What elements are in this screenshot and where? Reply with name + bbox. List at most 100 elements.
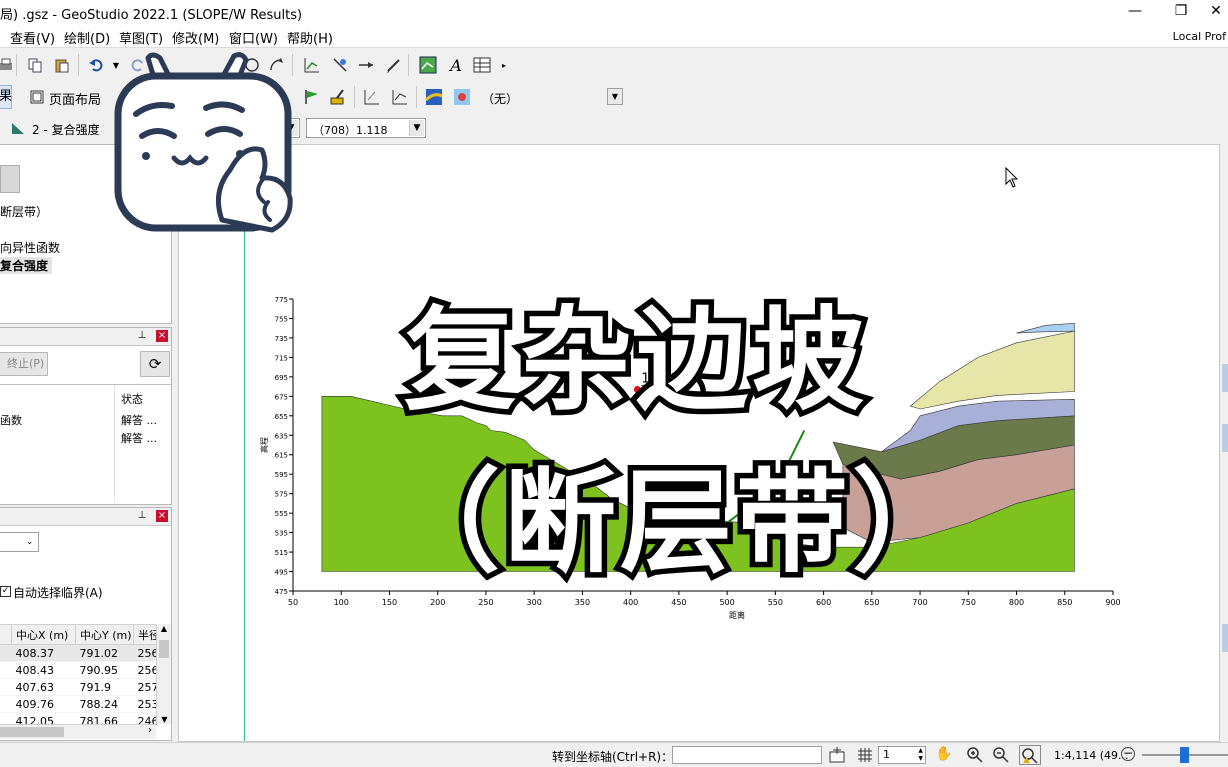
zoom-out-icon[interactable]	[992, 746, 1012, 764]
toolbar-separator	[78, 54, 79, 76]
table-row[interactable]: 408.43 790.95 256	[0, 661, 158, 679]
copy-icon[interactable]	[25, 55, 45, 75]
menu-sketch[interactable]: 草图(T)	[119, 28, 163, 47]
text-tool-icon[interactable]: A	[446, 55, 466, 75]
solve-row-name[interactable]: 函数	[0, 412, 22, 428]
column-header[interactable]: 中心Y (m)	[75, 624, 134, 645]
panel-header: ⊥ ×	[0, 328, 171, 346]
overlay-title: 复杂边坡	[399, 291, 870, 432]
scroll-thumb[interactable]	[0, 727, 64, 737]
paint-brush-icon[interactable]	[328, 87, 348, 107]
none-select-label: （无）	[482, 92, 519, 106]
scroll-up-icon[interactable]: ▲	[157, 624, 171, 633]
table-row[interactable]: 407.63 791.9 257	[0, 678, 158, 696]
analysis-label[interactable]: 2 - 复合强度	[32, 121, 100, 138]
x-tick-label: 750	[961, 598, 976, 607]
page-layout-icon[interactable]	[27, 87, 47, 107]
slip-surfaces-panel: ⊥ × ⌄ ✓ 自动选择临界(A) 中心X (m) 中心Y (m) 半径 408…	[0, 507, 172, 741]
auto-select-label[interactable]: 自动选择临界(A)	[13, 584, 103, 601]
axis-icon[interactable]	[362, 87, 382, 107]
pan-hand-icon[interactable]: ✋	[934, 746, 954, 764]
toolbar-separator	[354, 86, 355, 108]
menu-view[interactable]: 查看(V)	[10, 28, 55, 47]
table-cell: 409.76	[11, 695, 76, 713]
color-legend-icon[interactable]	[452, 87, 472, 107]
pencil-draw-icon[interactable]	[384, 55, 404, 75]
maximize-button[interactable]: ❐	[1158, 0, 1204, 24]
zoom-in-icon[interactable]	[966, 746, 986, 764]
toolbar-separator	[408, 54, 409, 76]
column-header[interactable]	[0, 624, 12, 645]
column-header[interactable]: 半径	[133, 624, 158, 645]
x-tick-label: 850	[1057, 598, 1072, 607]
menu-modify[interactable]: 修改(M)	[172, 28, 219, 47]
horizontal-scrollbar[interactable]: ›	[0, 724, 156, 739]
table-cell	[0, 695, 12, 713]
table-cell	[0, 661, 12, 679]
table-row[interactable]: 409.76 788.24 253	[0, 695, 158, 713]
close-icon[interactable]: ×	[156, 510, 168, 522]
dock-tab[interactable]	[1222, 364, 1228, 392]
tree-item[interactable]: 断层带）	[0, 203, 48, 220]
table-cell: 407.63	[11, 678, 76, 696]
x-tick-label: 50	[288, 598, 298, 607]
grid-icon[interactable]	[856, 746, 876, 764]
flag-icon[interactable]	[302, 87, 322, 107]
pin-icon[interactable]: ⊥	[136, 330, 148, 342]
slip-direction-icon[interactable]	[330, 55, 350, 75]
minimize-button[interactable]: —	[1112, 0, 1158, 24]
stop-button[interactable]: 终止(P)	[0, 352, 48, 376]
y-tick-label: 635	[275, 432, 288, 440]
tree-toolbar-button[interactable]	[0, 165, 20, 193]
zoom-minus-icon[interactable]: −	[1121, 747, 1135, 761]
zoom-slider-thumb[interactable]	[1180, 747, 1189, 763]
drawing-canvas[interactable]: 50 100 150 200 250 300 350 400 450 500 550 600 650 70…	[178, 144, 1220, 742]
table-icon[interactable]	[472, 55, 492, 75]
slip-filter-select[interactable]: ⌄	[0, 532, 39, 552]
grid-spacing-stepper[interactable]: 1 ▲ ▼	[878, 746, 926, 764]
menu-help[interactable]: 帮助(H)	[287, 28, 333, 47]
axis-graph-icon[interactable]	[390, 87, 410, 107]
slip-surface-select[interactable]: （708）1.118 ▼	[306, 118, 426, 138]
slope-section-chart: 50 100 150 200 250 300 350 400 450 500 550 600 650 70…	[259, 296, 1121, 620]
x-tick-label: 300	[527, 598, 542, 607]
auto-select-checkbox[interactable]: ✓	[0, 586, 11, 597]
menu-bar: 查看(V) 绘制(D) 草图(T) 修改(M) 窗口(W) 帮助(H) Loca…	[0, 24, 1228, 48]
table-row[interactable]: 408.37 791.02 256	[0, 644, 158, 662]
contour-icon[interactable]	[424, 87, 444, 107]
menu-draw[interactable]: 绘制(D)	[64, 28, 110, 47]
toolbar-overflow-icon[interactable]: ▸	[494, 55, 514, 75]
menu-window[interactable]: 窗口(W)	[229, 28, 278, 47]
goto-axis-input[interactable]	[672, 746, 822, 764]
scroll-thumb[interactable]	[159, 640, 169, 658]
none-dropdown-arrow-icon[interactable]: ▼	[607, 88, 623, 105]
tree-item[interactable]: 向异性函数	[0, 239, 60, 256]
scroll-right-icon[interactable]: ›	[148, 725, 152, 736]
close-button[interactable]: ✕	[1204, 0, 1228, 24]
page-layout-label[interactable]: 页面布局	[49, 89, 101, 108]
entry-exit-icon[interactable]	[356, 55, 376, 75]
pin-icon[interactable]: ⊥	[136, 510, 148, 522]
dock-tab[interactable]	[1222, 424, 1228, 452]
zoom-fit-icon[interactable]	[1019, 745, 1041, 765]
scroll-down-icon[interactable]: ▼	[157, 715, 172, 724]
paste-icon[interactable]	[52, 55, 72, 75]
undo-icon[interactable]	[86, 55, 106, 75]
grid-spacing-value: 1	[883, 748, 890, 761]
chevron-down-icon: ▼	[409, 120, 424, 136]
graph-icon[interactable]	[302, 55, 322, 75]
solve-row-status: 解答 ...	[121, 432, 157, 445]
dock-tab[interactable]	[1222, 624, 1228, 652]
results-tab[interactable]: 果	[0, 85, 12, 109]
y-tick-label: 775	[275, 296, 288, 304]
view-results-icon[interactable]	[418, 55, 438, 75]
close-icon[interactable]: ×	[156, 330, 168, 342]
print-icon[interactable]	[0, 55, 16, 75]
refresh-icon[interactable]: ⟳	[140, 351, 170, 377]
vertical-scrollbar[interactable]: ▲ ▼	[156, 624, 171, 724]
column-header[interactable]: 中心X (m)	[11, 624, 76, 645]
snap-grid-icon[interactable]	[828, 746, 848, 764]
tree-item-selected[interactable]: 复合强度	[0, 257, 53, 274]
stepper-arrows-icon[interactable]: ▲ ▼	[918, 747, 923, 763]
mascot-sticker	[114, 52, 293, 233]
